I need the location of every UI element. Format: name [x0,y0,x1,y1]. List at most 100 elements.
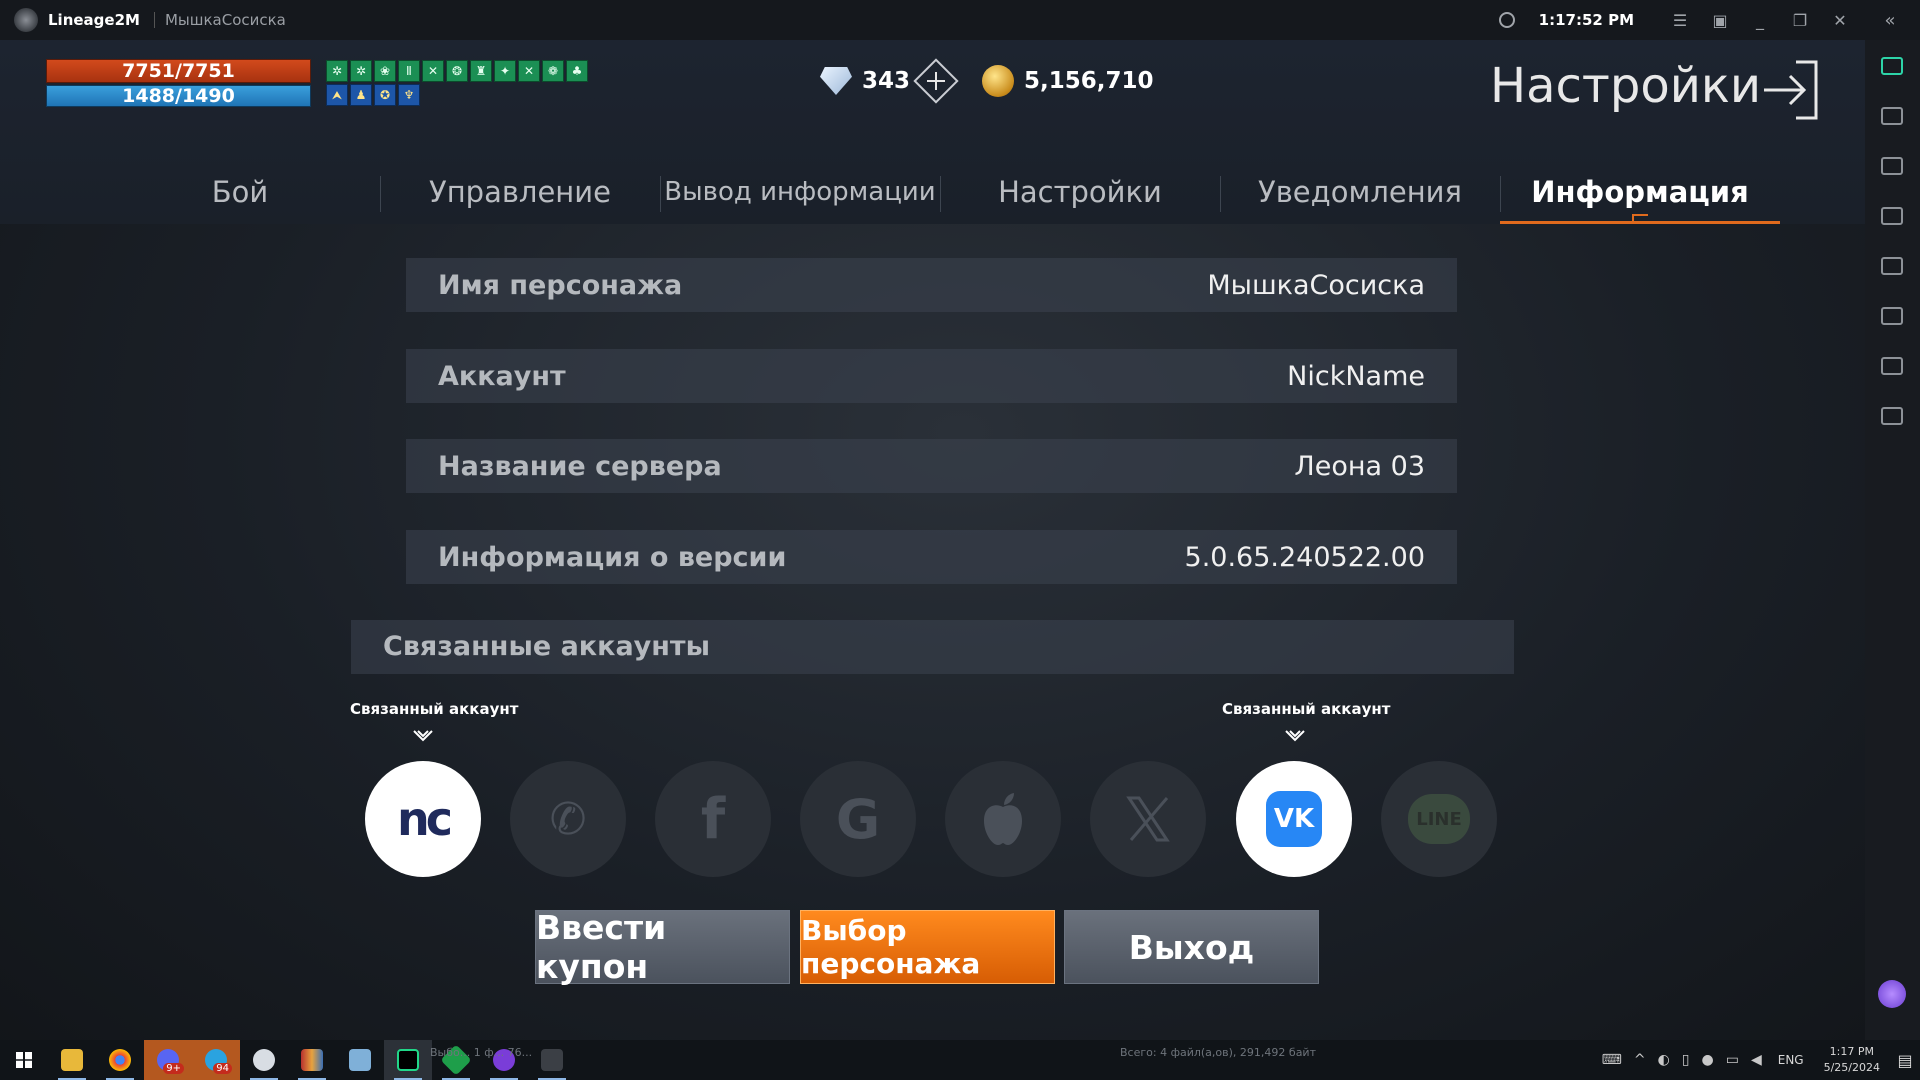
network-icon[interactable]: ▭ [1726,1052,1739,1068]
phone-icon: ✆ [549,793,587,845]
minimize-icon[interactable]: _ [1740,11,1780,30]
buff-icon[interactable]: Ⅱ [398,60,420,82]
badge: 9+ [163,1063,184,1074]
line-icon: LINE [1416,808,1462,830]
status-icon[interactable]: ✪ [374,84,396,106]
lineage-logo-icon [14,8,38,32]
vk-account-button[interactable]: VK [1236,761,1352,877]
info-key: Аккаунт [438,360,566,392]
status-icon[interactable]: ⮝ [326,84,348,106]
nc-account-button[interactable]: nc [365,761,481,877]
close-icon[interactable]: ✕ [1820,11,1860,30]
x-account-button[interactable] [1090,761,1206,877]
file-explorer-icon[interactable] [48,1040,96,1080]
facebook-icon: f [700,786,726,852]
language-indicator[interactable]: ENG [1778,1053,1804,1067]
emulator-sidebar [1865,40,1920,1040]
taskbar-clock[interactable]: 1:17 PM 5/25/2024 [1824,1044,1880,1076]
currency-display: 343 5,156,710 [820,58,1154,104]
tab-information[interactable]: Информация [1500,160,1780,224]
facebook-account-button[interactable]: f [655,761,771,877]
buff-icon[interactable]: ✲ [350,60,372,82]
add-diamonds-button[interactable] [913,58,959,104]
buff-icon[interactable]: ♜ [470,60,492,82]
exit-game-button[interactable]: Выход [1064,910,1319,984]
buff-icon[interactable]: ❀ [374,60,396,82]
keyboard-layout-icon[interactable]: ⌨ [1602,1052,1622,1068]
winrar-icon[interactable] [288,1040,336,1080]
status-icon[interactable]: ♆ [398,84,420,106]
taskbar-date: 5/25/2024 [1823,1061,1880,1074]
volume-icon[interactable] [1881,157,1903,175]
info-value: NickName [1287,360,1425,392]
record-icon[interactable] [1881,307,1903,325]
buff-icon[interactable]: ❁ [542,60,564,82]
discord-icon[interactable]: 9+ [144,1040,192,1080]
tab-controls[interactable]: Управление [380,160,660,224]
buff-icon[interactable]: ✦ [494,60,516,82]
google-icon: G [835,787,881,851]
chrome-icon[interactable] [96,1040,144,1080]
hp-bar: 7751/7751 [46,59,311,83]
crop-icon[interactable] [1881,257,1903,275]
speaker-icon[interactable]: ◀ [1751,1052,1762,1068]
pycharm-icon[interactable] [384,1040,432,1080]
linked-account-label-nc: Связанный аккаунт [350,700,519,718]
tab-notifications[interactable]: Уведомления [1220,160,1500,224]
window-time: 1:17:52 PM [1538,11,1634,29]
buff-icon[interactable]: ✲ [326,60,348,82]
windows-start-icon[interactable] [0,1040,48,1080]
menu-icon[interactable]: ☰ [1660,11,1700,30]
info-key: Информация о версии [438,541,787,573]
telegram-icon[interactable]: 94 [192,1040,240,1080]
assistant-bot-icon[interactable] [1878,980,1906,1008]
buff-icon[interactable]: ✕ [518,60,540,82]
buff-icons: ✲ ✲ ❀ Ⅱ ✕ ❂ ♜ ✦ ✕ ❁ ♣ [326,60,588,82]
status-icons: ⮝ ♟ ✪ ♆ [326,84,420,106]
tray-chevron-up-icon[interactable]: ^ [1634,1052,1646,1068]
restore-icon[interactable]: ❐ [1780,11,1820,30]
linked-account-label-vk: Связанный аккаунт [1222,700,1391,718]
select-character-button[interactable]: Выбор персонажа [800,910,1055,984]
info-row-server: Название сервера Леона 03 [406,439,1457,493]
exit-icon[interactable] [1762,60,1820,120]
enter-coupon-button[interactable]: Ввести купон [535,908,790,986]
system-tray: ⌨ ^ ◐ ▯ ● ▭ ◀ ENG 1:17 PM 5/25/2024 ▤ [1596,1040,1920,1080]
buff-icon[interactable]: ❂ [446,60,468,82]
notification-icon[interactable]: ▤ [1890,1051,1920,1070]
tab-settings[interactable]: Настройки [940,160,1220,224]
buff-icon[interactable]: ✕ [422,60,444,82]
tv-icon[interactable] [1881,57,1903,75]
line-account-button[interactable]: LINE [1381,761,1497,877]
taskbar-background-text: Выбо... 1 ф... 76... [430,1046,533,1059]
status-icon[interactable]: ♟ [350,84,372,106]
buff-icon[interactable]: ♣ [566,60,588,82]
tab-display-info[interactable]: Вывод информации [660,160,940,224]
info-key: Название сервера [438,450,722,482]
nc-logo-icon: nc [396,792,453,846]
vk-icon: VK [1273,804,1315,834]
usb-icon[interactable]: ▯ [1682,1052,1690,1068]
notepad-icon[interactable] [336,1040,384,1080]
apple-account-button[interactable] [945,761,1061,877]
tab-combat[interactable]: Бой [100,160,380,224]
microphone-icon[interactable]: ● [1702,1052,1714,1068]
layout-icon[interactable]: ▣ [1700,11,1740,30]
collapse-sidebar-icon[interactable]: « [1860,10,1920,31]
title-bar: Lineage2M МышкаСосиска 1:17:52 PM ☰ ▣ _ … [0,0,1920,40]
phone-account-button[interactable]: ✆ [510,761,626,877]
screenshot-icon[interactable] [1881,357,1903,375]
taskbar-status-text: Всего: 4 файл(а,ов), 291,492 байт [1120,1046,1316,1059]
keyboard-icon[interactable] [1881,207,1903,225]
folder-icon[interactable] [1881,407,1903,425]
lineage-taskbar-icon[interactable] [528,1040,576,1080]
clock-icon[interactable] [1498,12,1515,28]
info-row-character-name: Имя персонажа МышкаСосиска [406,258,1457,312]
chevron-down-icon [413,730,433,742]
game-area: 7751/7751 1488/1490 ✲ ✲ ❀ Ⅱ ✕ ❂ ♜ ✦ ✕ ❁ … [0,40,1865,1040]
tray-app-icon[interactable]: ◐ [1658,1052,1670,1068]
diamond-icon [820,67,852,95]
chat-icon[interactable] [1881,107,1903,125]
steam-icon[interactable] [240,1040,288,1080]
google-account-button[interactable]: G [800,761,916,877]
